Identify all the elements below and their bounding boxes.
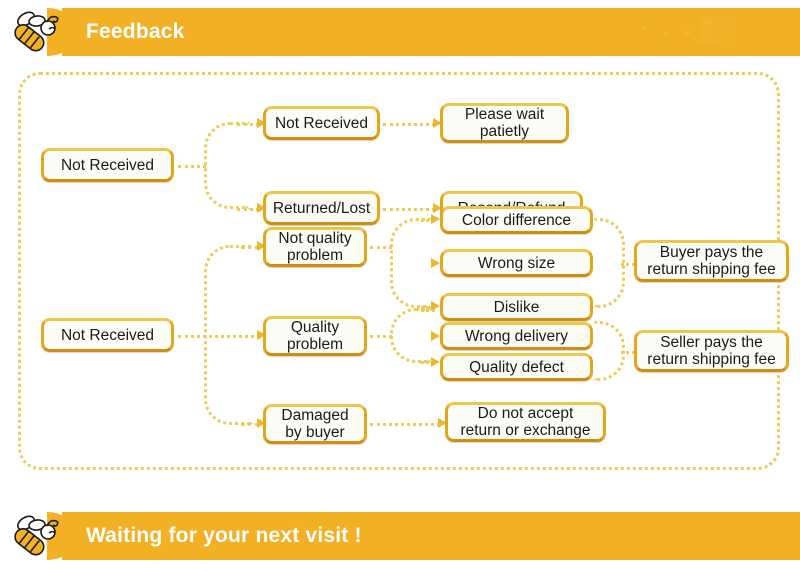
- arrow-to-quality-defect: [431, 357, 440, 367]
- node-damaged-by-buyer[interactable]: Damaged by buyer: [263, 404, 367, 444]
- node-dislike[interactable]: Dislike: [440, 293, 593, 321]
- arrow-to-wrong-delivery: [431, 331, 440, 341]
- header-banner: Feedback: [0, 8, 800, 56]
- edge-root-top-stem: [178, 165, 206, 168]
- edge-to-returned-lost: [237, 208, 259, 211]
- edge-quality-stem: [370, 335, 392, 338]
- bee-icon: [14, 11, 59, 52]
- edge-to-do-not-accept: [370, 423, 440, 426]
- node-please-wait[interactable]: Please wait patietly: [440, 103, 569, 143]
- node-quality-problem[interactable]: Quality problem: [263, 316, 367, 356]
- edge-root-top-split: [204, 122, 250, 209]
- edge-to-not-received-2: [237, 123, 259, 126]
- node-seller-pays[interactable]: Seller pays the return shipping fee: [634, 330, 789, 372]
- node-quality-defect[interactable]: Quality defect: [440, 353, 593, 381]
- node-do-not-accept[interactable]: Do not accept return or exchange: [445, 402, 606, 442]
- edge-to-wrong-delivery: [421, 309, 435, 312]
- node-wrong-size[interactable]: Wrong size: [440, 249, 593, 277]
- node-wrong-delivery[interactable]: Wrong delivery: [440, 322, 593, 350]
- node-not-quality-problem[interactable]: Not quality problem: [263, 227, 367, 267]
- bee-icon: [14, 515, 59, 556]
- edge-to-please-wait: [383, 123, 435, 126]
- arrow-to-color-difference: [431, 214, 440, 224]
- footer-banner: Waiting for your next visit !: [0, 512, 800, 560]
- node-buyer-pays[interactable]: Buyer pays the return shipping fee: [634, 240, 789, 282]
- header-title: Feedback: [86, 20, 185, 43]
- flowchart-container: Not Received Not Received Returned/Lost …: [18, 72, 789, 470]
- edge-quality-split: [390, 308, 432, 363]
- node-returned-lost[interactable]: Returned/Lost: [263, 191, 380, 225]
- node-not-received-2[interactable]: Not Received: [263, 106, 380, 140]
- edge-to-resend-refund: [383, 208, 435, 211]
- node-root-not-received-top[interactable]: Not Received: [41, 148, 174, 182]
- edge-not-quality-split: [390, 218, 432, 308]
- edge-root-bottom-split: [204, 245, 254, 425]
- edge-not-quality-stem: [370, 246, 392, 249]
- footer-title: Waiting for your next visit !: [86, 524, 362, 547]
- node-root-not-received-bottom[interactable]: Not Received: [41, 318, 174, 352]
- arrow-to-wrong-size: [431, 258, 440, 268]
- node-color-difference[interactable]: Color difference: [440, 206, 593, 234]
